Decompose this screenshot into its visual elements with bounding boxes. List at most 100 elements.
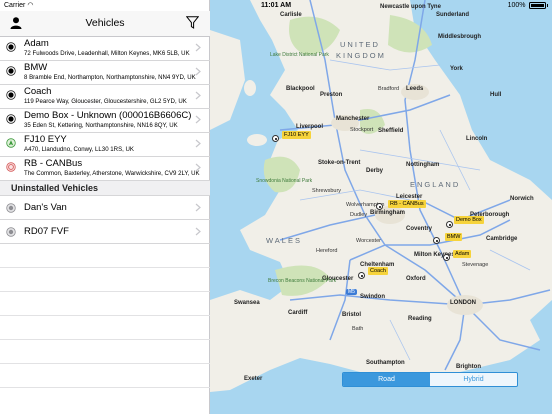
vehicle-pin-coach[interactable]: Coach: [368, 267, 388, 275]
nav-bar: Vehicles: [0, 11, 210, 37]
map-label: UNITED: [340, 40, 380, 49]
vehicle-pin-rb-canbus[interactable]: RB - CANBus: [388, 200, 426, 208]
vehicle-pin-fj10-eyy[interactable]: FJ10 EYY: [282, 131, 311, 139]
map-label: Norwich: [510, 196, 534, 202]
map-label: LONDON: [450, 300, 476, 306]
map-label: Bradford: [378, 86, 400, 92]
chevron-right-icon: [195, 91, 201, 100]
vehicle-marker-bmw[interactable]: [433, 237, 440, 244]
empty-row: [0, 292, 210, 316]
map-label: Preston: [320, 92, 343, 98]
empty-row: [0, 364, 210, 388]
status-offline-icon: [6, 227, 16, 237]
filter-icon[interactable]: [186, 16, 199, 29]
map-label: Blackpool: [286, 86, 315, 92]
vehicle-address: 119 Pearce Way, Gloucester, Gloucestersh…: [24, 98, 187, 105]
status-online-icon: [6, 90, 16, 100]
vehicle-address: 72 Fulwoods Drive, Leadenhall, Milton Ke…: [24, 50, 190, 57]
vehicle-marker-fj10-eyy[interactable]: [272, 135, 279, 142]
empty-row: [0, 268, 210, 292]
vehicle-address: A470, Llandudno, Conwy, LL30 1RS, UK: [24, 146, 134, 153]
map-label: Hull: [490, 92, 502, 98]
vehicle-pin-demo-box[interactable]: Demo Box: [454, 216, 484, 224]
map-type-segmented-control[interactable]: Road Hybrid: [342, 372, 518, 387]
vehicle-address: The Common, Baxterley, Atherstone, Warwi…: [24, 170, 200, 177]
vehicle-name: FJ10 EYY: [24, 134, 67, 145]
vehicle-name: BMW: [24, 62, 48, 73]
vehicle-name: RD07 FVF: [24, 226, 69, 237]
map-label: Southampton: [366, 360, 405, 366]
page-title: Vehicles: [85, 17, 125, 29]
chevron-right-icon: [195, 139, 201, 148]
vehicle-name: Demo Box - Unknown (000016B6606C): [24, 110, 192, 121]
clock: 11:01 AM: [260, 2, 292, 9]
map-label: York: [450, 66, 463, 72]
map-view[interactable]: UNITED KINGDOM ENGLAND WALES Newcastle u…: [210, 0, 552, 414]
map-label: Stevenage: [462, 262, 489, 268]
vehicle-address: 8 Bramble End, Northampton, Northamptons…: [24, 74, 196, 81]
chevron-right-icon: [195, 203, 201, 212]
map-label: Lake District National Park: [270, 52, 329, 58]
segment-hybrid[interactable]: Hybrid: [430, 373, 517, 386]
chevron-right-icon: [195, 163, 201, 172]
status-alert-icon: [6, 162, 16, 172]
chevron-right-icon: [195, 115, 201, 124]
vehicle-row-rd07-fvf[interactable]: RD07 FVF: [0, 220, 210, 244]
map-label: Snowdonia National Park: [256, 178, 313, 184]
vehicle-marker-coach[interactable]: [358, 272, 365, 279]
status-online-icon: [6, 114, 16, 124]
chevron-right-icon: [195, 227, 201, 236]
vehicle-row-bmw[interactable]: BMW 8 Bramble End, Northampton, Northamp…: [0, 61, 210, 85]
map-label: Stockport: [350, 127, 374, 133]
vehicle-row-fj10-eyy[interactable]: FJ10 EYY A470, Llandudno, Conwy, LL30 1R…: [0, 133, 210, 157]
segment-road[interactable]: Road: [343, 373, 430, 386]
map-label: Bristol: [342, 312, 362, 318]
map-label: KINGDOM: [336, 51, 386, 60]
status-online-icon: [6, 42, 16, 52]
map-label: Shrewsbury: [312, 188, 342, 194]
status-bar: Carrier ◠ 11:01 AM 100%: [0, 0, 552, 11]
map-label: Nottingham: [406, 162, 440, 168]
map-label: Manchester: [336, 116, 370, 122]
map-label: Exeter: [244, 376, 263, 382]
vehicle-pin-adam[interactable]: Adam: [453, 250, 472, 258]
map-label: Swansea: [234, 300, 260, 306]
map-label: Stoke-on-Trent: [318, 160, 361, 166]
map-label: Carlisle: [280, 12, 302, 18]
vehicle-row-dans-van[interactable]: Dan's Van: [0, 196, 210, 220]
map-label: Brecon Beacons National Park: [268, 278, 337, 284]
status-moving-icon: [6, 138, 16, 148]
map-label: Brighton: [456, 364, 481, 370]
section-header-uninstalled: Uninstalled Vehicles: [0, 181, 210, 196]
vehicle-marker-rb-canbus[interactable]: [376, 203, 383, 210]
map-label: Sheffield: [378, 128, 404, 134]
map-label: Birmingham: [370, 210, 406, 216]
vehicle-row-rb-canbus[interactable]: RB - CANBus The Common, Baxterley, Ather…: [0, 157, 210, 181]
map-label: Middlesbrough: [438, 34, 481, 40]
map-label: Cardiff: [288, 310, 308, 316]
map-label: WALES: [266, 236, 302, 245]
vehicle-row-demo-box[interactable]: Demo Box - Unknown (000016B6606C) 35 Ede…: [0, 109, 210, 133]
vehicle-marker-demo-box[interactable]: [446, 221, 453, 228]
vehicle-name: Dan's Van: [24, 202, 67, 213]
map-label: Lincoln: [466, 136, 488, 142]
map-label: Hereford: [316, 248, 338, 254]
map-label: Worcester: [356, 238, 381, 244]
vehicle-marker-adam[interactable]: [443, 254, 450, 261]
map-label: Swindon: [360, 294, 385, 300]
map-label: Leeds: [406, 86, 424, 92]
vehicle-row-adam[interactable]: Adam 72 Fulwoods Drive, Leadenhall, Milt…: [0, 37, 210, 61]
vehicle-panel: Vehicles Adam 72 Fulwoods Drive, Leadenh…: [0, 0, 210, 414]
battery-indicator: 100%: [508, 0, 548, 11]
motorway-badge: M5: [346, 289, 357, 295]
map-label: Bath: [352, 326, 364, 332]
vehicle-name: RB - CANBus: [24, 158, 83, 169]
battery-icon: [528, 2, 546, 9]
battery-percent: 100%: [507, 2, 526, 9]
map-label: ENGLAND: [410, 180, 461, 189]
status-offline-icon: [6, 203, 16, 213]
chevron-right-icon: [195, 67, 201, 76]
vehicle-pin-bmw[interactable]: BMW: [445, 233, 463, 241]
vehicle-row-coach[interactable]: Coach 119 Pearce Way, Gloucester, Glouce…: [0, 85, 210, 109]
chevron-right-icon: [195, 43, 201, 52]
